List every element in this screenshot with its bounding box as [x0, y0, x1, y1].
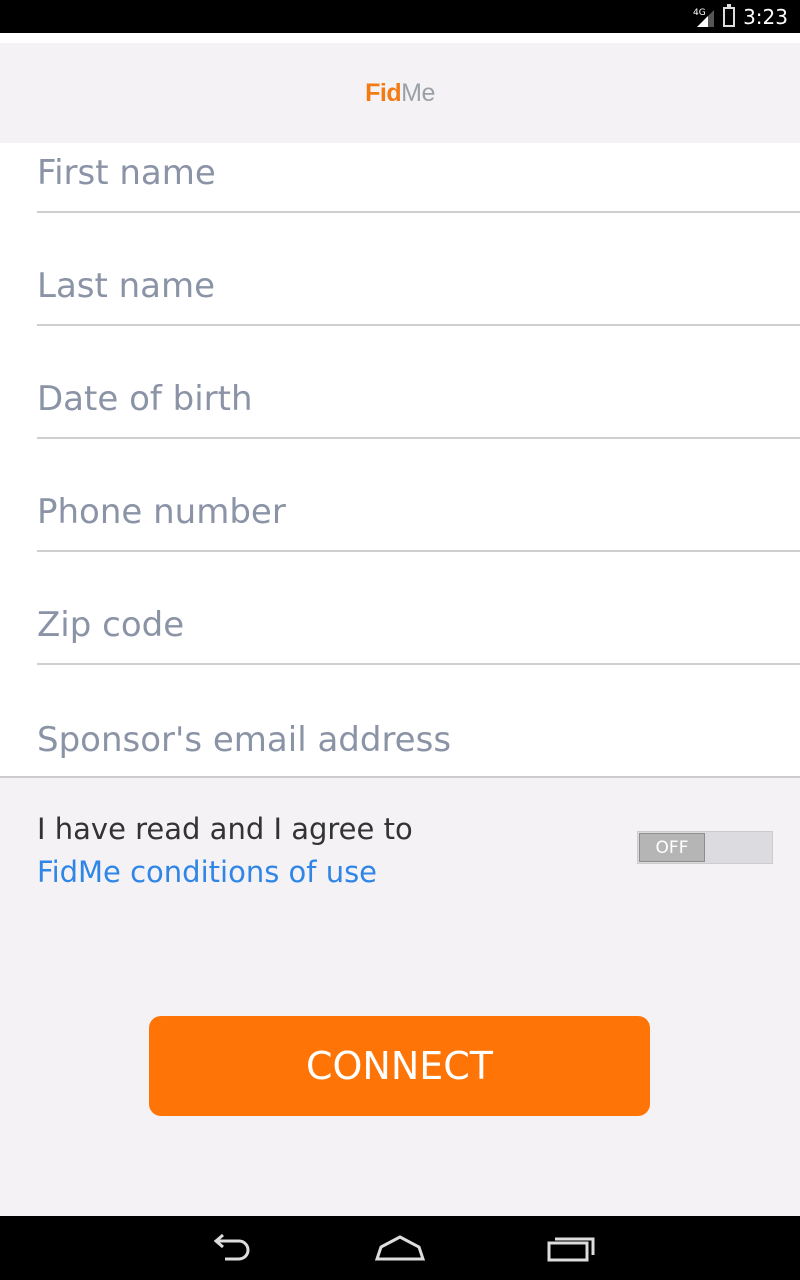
phone-number-field: [37, 439, 800, 552]
zip-code-field: [37, 552, 800, 665]
status-icons: 4G 3:23: [693, 0, 788, 33]
signal-icon: 4G: [693, 6, 715, 28]
terms-toggle[interactable]: OFF: [637, 831, 773, 864]
fidme-logo: FidMe: [365, 79, 435, 108]
terms-agreement: I have read and I agree to FidMe conditi…: [37, 808, 537, 894]
sponsor-email-input[interactable]: [37, 720, 777, 760]
app-bar: FidMe: [0, 33, 800, 143]
logo-fid: Fid: [365, 78, 402, 107]
first-name-field: [37, 143, 800, 213]
back-icon[interactable]: [199, 1230, 259, 1266]
navigation-bar: [0, 1216, 800, 1280]
connect-button[interactable]: CONNECT: [149, 1016, 650, 1116]
recent-apps-icon[interactable]: [541, 1230, 601, 1266]
first-name-input[interactable]: [37, 153, 777, 193]
last-name-input[interactable]: [37, 266, 777, 306]
status-time: 3:23: [743, 4, 788, 29]
phone-number-input[interactable]: [37, 492, 777, 532]
toggle-state-label: OFF: [639, 833, 705, 862]
battery-icon: [723, 3, 736, 27]
status-bar: 4G 3:23: [0, 0, 800, 33]
network-type-label: 4G: [693, 8, 706, 18]
sponsor-email-field: [37, 665, 800, 776]
zip-code-input[interactable]: [37, 605, 777, 645]
logo-me: Me: [401, 78, 435, 107]
date-of-birth-input[interactable]: [37, 379, 777, 419]
registration-form: [0, 143, 800, 778]
conditions-of-use-link[interactable]: FidMe conditions of use: [37, 851, 537, 894]
agreement-text: I have read and I agree to: [37, 812, 413, 846]
home-icon[interactable]: [370, 1230, 430, 1266]
last-name-field: [37, 213, 800, 326]
date-of-birth-field: [37, 326, 800, 439]
